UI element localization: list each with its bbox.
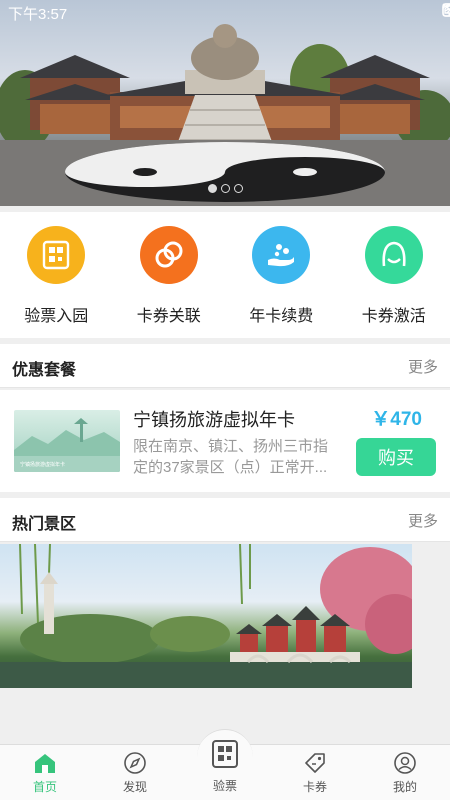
package-thumbnail: 宁镇扬旅游虚拟年卡	[14, 410, 120, 472]
nav-label: 验票	[212, 779, 237, 793]
compass-icon	[124, 752, 146, 774]
action-coupon-link[interactable]: 卡券关联	[113, 212, 226, 338]
nav-label: 发现	[122, 780, 147, 794]
action-label: 年卡续费	[249, 308, 314, 325]
status-time: 下午3:57	[8, 6, 68, 23]
action-ticket-entry[interactable]: 验票入园	[0, 212, 113, 338]
section-title: 热门景区	[12, 516, 77, 533]
qr-ticket-icon	[27, 226, 86, 284]
package-price: ￥470	[371, 409, 422, 430]
carousel-dot[interactable]	[233, 184, 243, 193]
home-icon	[35, 754, 55, 773]
link-icon	[139, 226, 198, 284]
nav-verify-ticket[interactable]: 验票	[180, 729, 270, 800]
nav-home[interactable]: 首页	[0, 745, 90, 800]
carousel-dot[interactable]	[207, 184, 217, 193]
packages-section-header: 优惠套餐 更多	[0, 344, 450, 388]
status-bar: 下午3:57	[0, 0, 450, 24]
battery-icon	[442, 3, 450, 17]
scenic-more-link[interactable]: 更多	[408, 510, 438, 531]
section-title: 优惠套餐	[12, 362, 77, 379]
action-label: 验票入园	[24, 308, 89, 325]
package-title: 宁镇扬旅游虚拟年卡	[133, 410, 295, 430]
qr-ticket-icon	[212, 740, 238, 768]
bottom-nav: 首页 发现 验票 卡券 我的	[0, 729, 450, 800]
nav-label: 我的	[392, 780, 417, 794]
packages-more-link[interactable]: 更多	[408, 356, 438, 377]
scenic-section-header: 热门景区 更多	[0, 498, 450, 542]
coupon-tag-icon	[305, 753, 325, 773]
nav-label: 卡券	[302, 780, 327, 794]
hand-coins-icon	[252, 226, 311, 284]
nav-mine[interactable]: 我的	[360, 745, 450, 800]
carousel-dots	[0, 184, 450, 193]
package-description: 限在南京、镇江、扬州三市指定的37家景区（点）正常开...	[133, 438, 329, 476]
action-coupon-activate[interactable]: 卡券激活	[338, 212, 450, 338]
smile-face-icon	[364, 226, 423, 284]
user-icon	[394, 752, 416, 774]
package-card[interactable]: 宁镇扬旅游虚拟年卡 宁镇扬旅游虚拟年卡 限在南京、镇江、扬州三市指定的37家景区…	[0, 390, 450, 492]
nav-coupons[interactable]: 卡券	[270, 745, 360, 800]
quick-actions: 验票入园 卡券关联 年卡续费 卡券激活	[0, 212, 450, 338]
nav-label: 首页	[32, 780, 57, 794]
buy-button[interactable]: 购买	[356, 438, 436, 476]
action-label: 卡券激活	[361, 308, 426, 325]
nav-discover[interactable]: 发现	[90, 745, 180, 800]
thumb-caption: 宁镇扬旅游虚拟年卡	[20, 461, 65, 468]
banner-image	[0, 24, 450, 206]
carousel-dot[interactable]	[220, 184, 230, 193]
scenic-spot-image[interactable]	[0, 544, 412, 688]
banner-carousel[interactable]: 下午3:57	[0, 0, 450, 206]
action-annual-renew[interactable]: 年卡续费	[225, 212, 338, 338]
action-label: 卡券关联	[136, 308, 201, 325]
